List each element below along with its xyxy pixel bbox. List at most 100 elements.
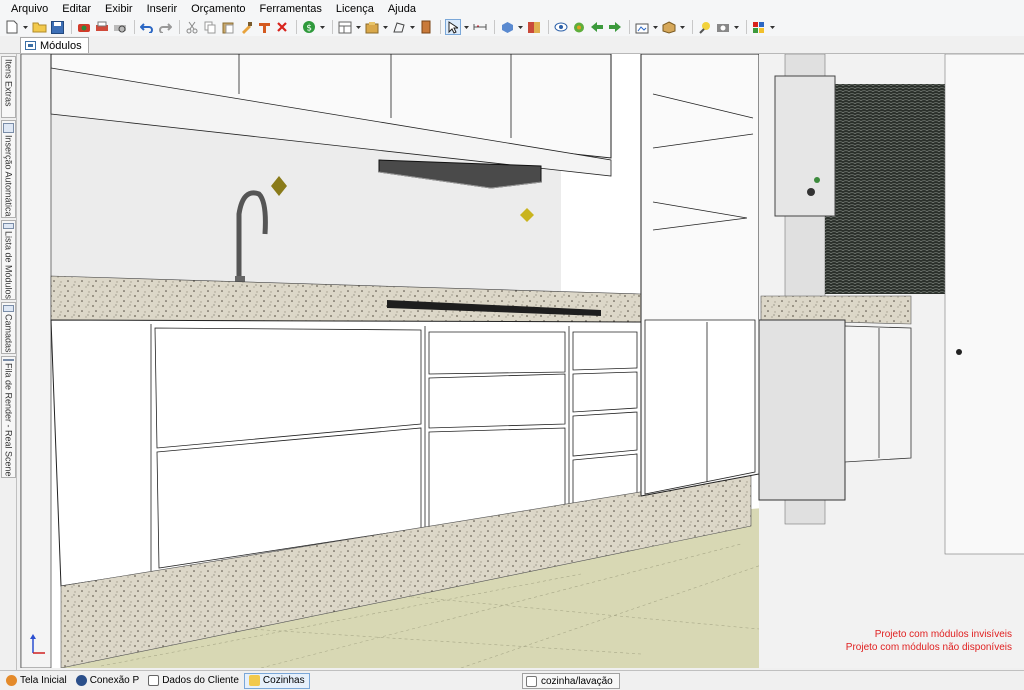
sidebar-item-fila-de-render[interactable]: Fila de Render - Real Scene (1, 356, 16, 478)
layers-icon (3, 305, 14, 313)
water-heater (774, 75, 836, 217)
viewport-notes: Projeto com módulos invisíveis Projeto c… (846, 628, 1012, 654)
3d-viewport[interactable]: Projeto com módulos invisíveis Projeto c… (20, 54, 1024, 668)
menu-exibir[interactable]: Exibir (98, 0, 140, 18)
tab-label: Dados do Cliente (162, 675, 239, 686)
project-tab[interactable]: cozinha/lavação (522, 673, 620, 689)
open-folder-icon[interactable] (31, 19, 47, 35)
menu-orcamento[interactable]: Orçamento (184, 0, 252, 18)
material-dropdown-icon[interactable] (517, 19, 523, 35)
menu-ferramentas[interactable]: Ferramentas (253, 0, 329, 18)
shape-dropdown-icon[interactable] (409, 19, 415, 35)
toolbar-separator (440, 20, 441, 34)
menu-ajuda[interactable]: Ajuda (381, 0, 423, 18)
sidebar-item-label: Camadas (3, 314, 14, 353)
delete-icon[interactable] (274, 19, 290, 35)
camera-view-icon[interactable] (634, 19, 650, 35)
print-icon[interactable] (94, 19, 110, 35)
menu-bar: Arquivo Editar Exibir Inserir Orçamento … (0, 0, 1024, 18)
redo-icon[interactable] (157, 19, 173, 35)
furniture-dropdown-icon[interactable] (382, 19, 388, 35)
status-bar: Tela Inicial Conexão P Dados do Cliente … (0, 670, 1024, 690)
folder-icon (248, 675, 260, 686)
sidebar-item-label: Inserção Automática (3, 135, 14, 217)
print-preview-icon[interactable] (112, 19, 128, 35)
svg-text:$: $ (306, 24, 312, 34)
side-panel: Itens Extras Inserção Automática Lista d… (0, 54, 17, 670)
box-3d-icon[interactable] (661, 19, 677, 35)
budget-dropdown-icon[interactable] (319, 19, 325, 35)
color-palette-icon[interactable] (751, 19, 767, 35)
new-file-icon[interactable] (4, 19, 20, 35)
axis-indicator-icon (27, 633, 47, 658)
save-icon[interactable] (49, 19, 65, 35)
light-icon[interactable] (697, 19, 713, 35)
menu-licenca[interactable]: Licença (329, 0, 381, 18)
undo-icon[interactable] (139, 19, 155, 35)
forward-icon[interactable] (607, 19, 623, 35)
furniture-icon[interactable] (364, 19, 380, 35)
app-window: Arquivo Editar Exibir Inserir Orçamento … (0, 0, 1024, 690)
toolbar-separator (296, 20, 297, 34)
unavailable-modules-note: Projeto com módulos não disponíveis (845, 642, 1012, 653)
toolbar-separator (629, 20, 630, 34)
home-icon (6, 675, 17, 686)
shape-icon[interactable] (391, 19, 407, 35)
cut-icon[interactable] (184, 19, 200, 35)
sidebar-item-lista-de-modulos[interactable]: Lista de Módulos (1, 220, 16, 300)
menu-arquivo[interactable]: Arquivo (4, 0, 55, 18)
view-eye-icon[interactable] (553, 19, 569, 35)
sidebar-item-label: Fila de Render - Real Scene (3, 363, 14, 477)
kitchen-3d-scene[interactable] (21, 54, 1024, 668)
paint-icon[interactable] (238, 19, 254, 35)
camera-view-dropdown-icon[interactable] (652, 19, 658, 35)
sidebar-item-camadas[interactable]: Camadas (1, 302, 16, 354)
toolbar-separator (71, 20, 72, 34)
material-icon[interactable] (499, 19, 515, 35)
sidebar-item-insercao-automatica[interactable]: Inserção Automática (1, 120, 16, 218)
tab-dados-do-cliente[interactable]: Dados do Cliente (144, 673, 243, 689)
document-tab-strip: Módulos (0, 36, 1024, 54)
window-blinds (825, 84, 945, 294)
toolbar-separator (548, 20, 549, 34)
project-icon (526, 675, 537, 687)
budget-icon[interactable]: $ (301, 19, 317, 35)
layout-dropdown-icon[interactable] (355, 19, 361, 35)
toolbar-separator (179, 20, 180, 34)
orbit-icon[interactable] (571, 19, 587, 35)
select-cursor-icon[interactable] (445, 19, 461, 35)
screenshot-dropdown-icon[interactable] (733, 19, 739, 35)
tab-modulos[interactable]: Módulos (20, 37, 89, 53)
toolbar-separator (494, 20, 495, 34)
toolbar-separator (692, 20, 693, 34)
tab-conexao[interactable]: Conexão P (72, 673, 143, 689)
tab-label: Cozinhas (262, 675, 305, 686)
tab-cozinhas[interactable]: Cozinhas (243, 672, 310, 689)
measure-icon[interactable] (472, 19, 488, 35)
screenshot-icon[interactable] (715, 19, 731, 35)
render-queue-icon (3, 359, 14, 362)
toolbar-separator (332, 20, 333, 34)
toolbar-separator (746, 20, 747, 34)
module-list-icon (3, 223, 14, 229)
new-file-dropdown-icon[interactable] (22, 19, 28, 35)
tab-modulos-label: Módulos (40, 39, 82, 52)
menu-inserir[interactable]: Inserir (140, 0, 185, 18)
render-icon[interactable] (76, 19, 92, 35)
box-3d-dropdown-icon[interactable] (679, 19, 685, 35)
tank (758, 319, 846, 501)
color-palette-dropdown-icon[interactable] (769, 19, 775, 35)
paste-icon[interactable] (220, 19, 236, 35)
sidebar-item-itens-extras[interactable]: Itens Extras (1, 56, 16, 118)
select-dropdown-icon[interactable] (463, 19, 469, 35)
back-icon[interactable] (589, 19, 605, 35)
copy-icon[interactable] (202, 19, 218, 35)
menu-editar[interactable]: Editar (55, 0, 98, 18)
tab-tela-inicial[interactable]: Tela Inicial (2, 673, 71, 689)
tab-label: Tela Inicial (20, 675, 67, 686)
layout-icon[interactable] (337, 19, 353, 35)
auto-insert-icon (3, 123, 14, 134)
door-icon[interactable] (418, 19, 434, 35)
catalog-icon[interactable] (526, 19, 542, 35)
properties-icon[interactable] (256, 19, 272, 35)
